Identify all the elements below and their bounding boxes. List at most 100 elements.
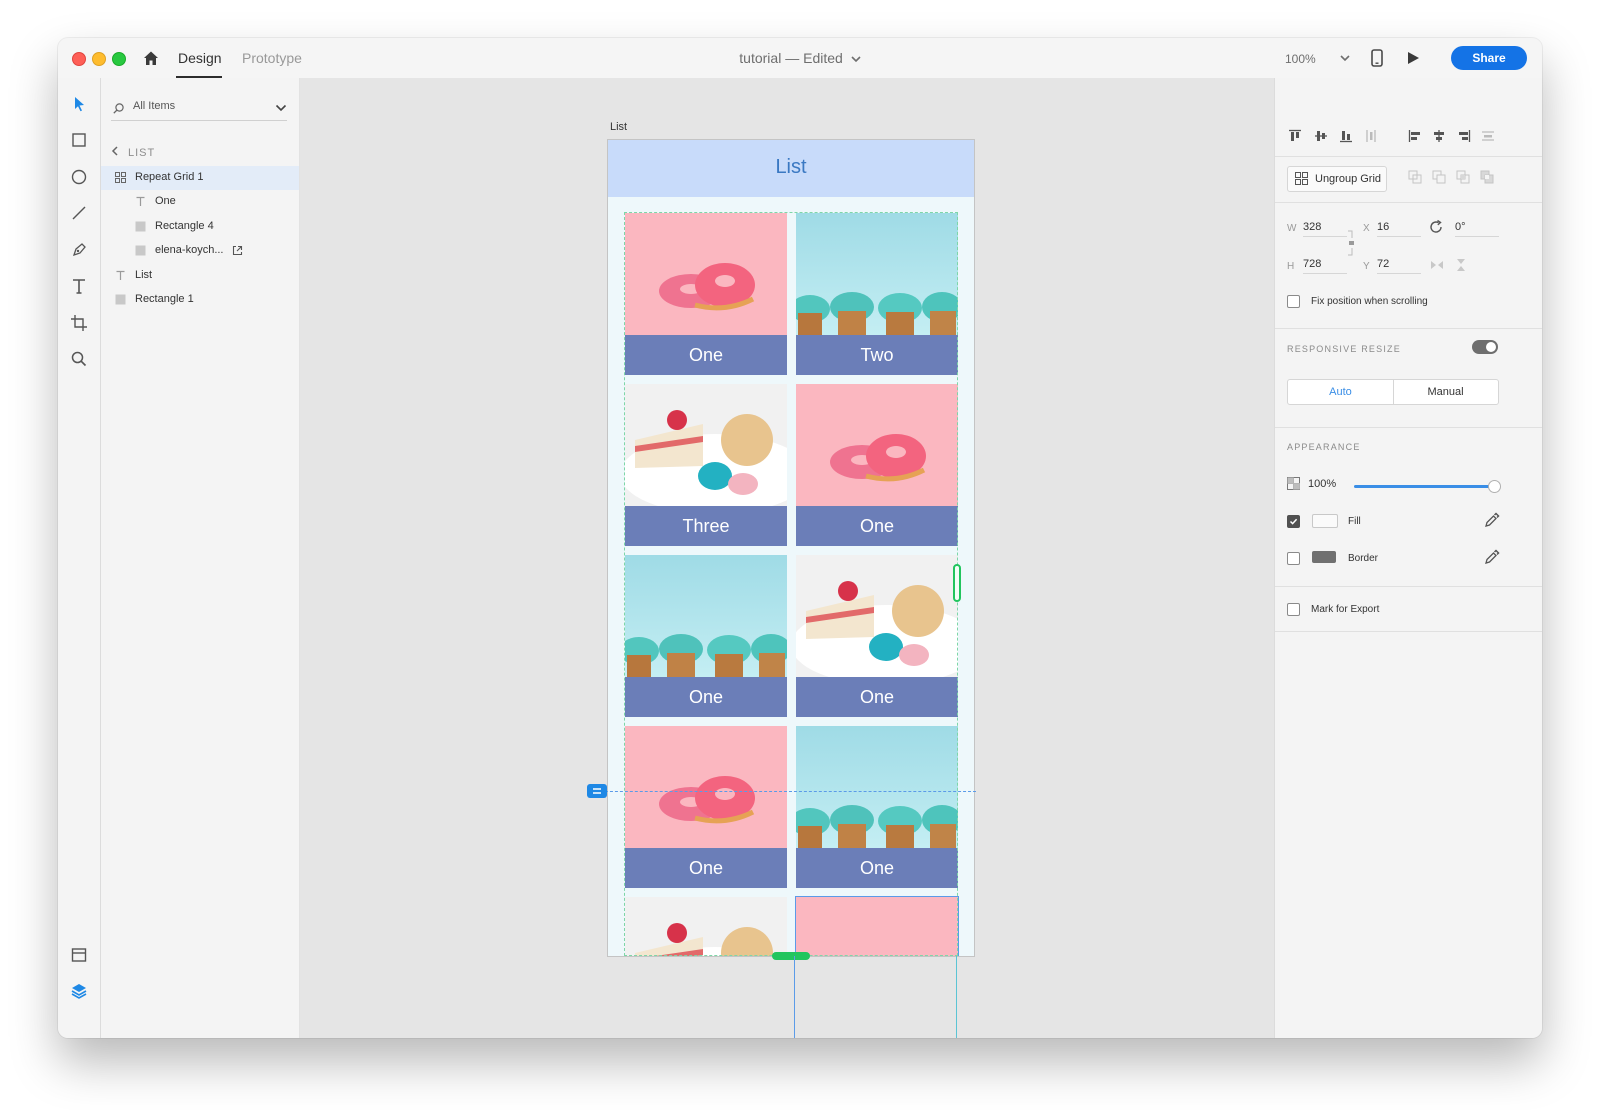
inspector-divider bbox=[1275, 427, 1542, 428]
layer-label: List bbox=[135, 269, 153, 281]
height-field[interactable]: 728 bbox=[1303, 258, 1347, 274]
guide-handle[interactable] bbox=[587, 784, 607, 798]
lock-aspect-icon[interactable] bbox=[1346, 230, 1356, 256]
ungroup-grid-label: Ungroup Grid bbox=[1315, 173, 1382, 185]
eyedropper-icon[interactable] bbox=[1484, 512, 1500, 528]
grid-icon bbox=[115, 172, 126, 183]
align-left-icon[interactable] bbox=[1408, 129, 1422, 143]
select-icon[interactable] bbox=[69, 94, 89, 114]
inspector-divider bbox=[1275, 156, 1542, 157]
responsive-resize-toggle[interactable] bbox=[1471, 339, 1499, 355]
property-inspector: Ungroup Grid W 328 X 16 0° H 728 Y 72 Fi… bbox=[1274, 78, 1542, 1038]
mark-for-export-checkbox[interactable] bbox=[1287, 603, 1300, 616]
inspector-divider bbox=[1275, 586, 1542, 587]
align-right-icon[interactable] bbox=[1457, 129, 1471, 143]
boolean-intersect-icon[interactable] bbox=[1456, 170, 1470, 184]
equals-icon bbox=[593, 788, 601, 794]
opacity-slider-thumb[interactable] bbox=[1488, 480, 1501, 493]
layer-item-repeat-grid[interactable]: Repeat Grid 1 bbox=[101, 166, 299, 190]
external-link-icon[interactable] bbox=[232, 245, 243, 256]
distribute-horizontal-icon[interactable] bbox=[1481, 129, 1495, 143]
opacity-slider-track[interactable] bbox=[1354, 485, 1494, 488]
x-label: X bbox=[1363, 223, 1370, 234]
fill-swatch[interactable] bbox=[1312, 514, 1338, 528]
resize-mode-auto[interactable]: Auto bbox=[1288, 380, 1394, 404]
line-icon[interactable] bbox=[69, 203, 89, 223]
layers-back-breadcrumb[interactable]: LIST bbox=[111, 146, 155, 159]
search-icon bbox=[113, 103, 124, 114]
grid-resize-handle-bottom[interactable] bbox=[772, 952, 810, 960]
column-guide-left bbox=[794, 956, 795, 1038]
rotate-icon bbox=[1430, 219, 1442, 233]
ellipse-icon[interactable] bbox=[69, 167, 89, 187]
flip-vertical-icon[interactable] bbox=[1455, 257, 1467, 273]
fill-label: Fill bbox=[1348, 516, 1361, 527]
boolean-subtract-icon[interactable] bbox=[1432, 170, 1446, 184]
layer-label: Rectangle 4 bbox=[155, 220, 214, 232]
ungroup-grid-button[interactable]: Ungroup Grid bbox=[1287, 166, 1387, 192]
fix-position-checkbox[interactable] bbox=[1287, 295, 1300, 308]
layer-label: One bbox=[155, 195, 176, 207]
boolean-add-icon[interactable] bbox=[1408, 170, 1422, 184]
x-field[interactable]: 16 bbox=[1377, 221, 1421, 237]
artboard-icon[interactable] bbox=[69, 313, 89, 333]
opacity-value[interactable]: 100% bbox=[1308, 478, 1336, 490]
chevron-down-icon[interactable] bbox=[275, 103, 287, 113]
pen-icon[interactable] bbox=[69, 240, 89, 260]
layer-item-one[interactable]: One bbox=[101, 190, 299, 214]
play-icon[interactable] bbox=[1405, 50, 1421, 66]
design-canvas[interactable]: List List One Two Three One One One One … bbox=[300, 78, 1274, 1038]
distribute-vertical-icon[interactable] bbox=[1364, 129, 1378, 143]
opacity-icon bbox=[1287, 477, 1300, 490]
border-swatch[interactable] bbox=[1312, 551, 1336, 563]
artboard-header[interactable]: List bbox=[608, 140, 974, 197]
grid-resize-handle-right[interactable] bbox=[953, 564, 961, 602]
device-preview-icon[interactable] bbox=[1370, 49, 1384, 67]
align-center-icon[interactable] bbox=[1432, 129, 1446, 143]
rectangle-icon[interactable] bbox=[69, 130, 89, 150]
zoom-chevron-down-icon[interactable] bbox=[1339, 52, 1351, 64]
width-field[interactable]: 328 bbox=[1303, 221, 1347, 237]
fill-checkbox[interactable] bbox=[1287, 515, 1300, 528]
share-button[interactable]: Share bbox=[1451, 46, 1527, 70]
resize-mode-control[interactable]: Auto Manual bbox=[1287, 379, 1499, 405]
tool-strip bbox=[58, 78, 101, 1038]
column-guide-right bbox=[956, 956, 957, 1038]
artboard-list[interactable]: List One Two Three One One One One One bbox=[607, 139, 975, 957]
eyedropper-icon[interactable] bbox=[1484, 549, 1500, 565]
layer-item-list[interactable]: List bbox=[101, 264, 299, 288]
layers-panel: All Items LIST Repeat Grid 1 One Rectang… bbox=[101, 78, 300, 1038]
align-bottom-icon[interactable] bbox=[1339, 129, 1353, 143]
boolean-exclude-icon[interactable] bbox=[1480, 170, 1494, 184]
layers-icon[interactable] bbox=[69, 981, 89, 1001]
border-checkbox[interactable] bbox=[1287, 552, 1300, 565]
app-window: Design Prototype tutorial — Edited 100% … bbox=[58, 38, 1542, 1038]
fix-position-label: Fix position when scrolling bbox=[1311, 296, 1428, 307]
repeat-grid-selection[interactable] bbox=[624, 212, 958, 956]
zoom-level[interactable]: 100% bbox=[1285, 52, 1316, 66]
chevron-left-icon bbox=[111, 146, 118, 156]
document-name: tutorial bbox=[739, 50, 782, 66]
align-top-icon[interactable] bbox=[1288, 129, 1302, 143]
rotation-field[interactable]: 0° bbox=[1455, 221, 1499, 237]
artboard-header-title[interactable]: List bbox=[608, 156, 974, 179]
flip-horizontal-icon[interactable] bbox=[1429, 259, 1445, 271]
zoom-icon[interactable] bbox=[69, 349, 89, 369]
artboard-name-label[interactable]: List bbox=[610, 121, 627, 133]
layer-item-rectangle-4[interactable]: Rectangle 4 bbox=[101, 215, 299, 239]
resize-mode-manual[interactable]: Manual bbox=[1393, 380, 1498, 404]
document-title[interactable]: tutorial — Edited bbox=[58, 50, 1542, 66]
title-bar: Design Prototype tutorial — Edited 100% … bbox=[58, 38, 1542, 79]
layer-item-rectangle-1[interactable]: Rectangle 1 bbox=[101, 288, 299, 312]
layers-search[interactable]: All Items bbox=[111, 98, 287, 121]
y-field[interactable]: 72 bbox=[1377, 258, 1421, 274]
y-label: Y bbox=[1363, 261, 1370, 272]
layer-item-image[interactable]: elena-koych... bbox=[101, 239, 299, 263]
text-layer-icon bbox=[116, 270, 125, 280]
assets-icon[interactable] bbox=[69, 945, 89, 965]
align-middle-icon[interactable] bbox=[1314, 129, 1328, 143]
text-icon[interactable] bbox=[69, 276, 89, 296]
height-label: H bbox=[1287, 261, 1295, 272]
border-label: Border bbox=[1348, 553, 1379, 564]
grid-icon bbox=[1295, 172, 1308, 185]
